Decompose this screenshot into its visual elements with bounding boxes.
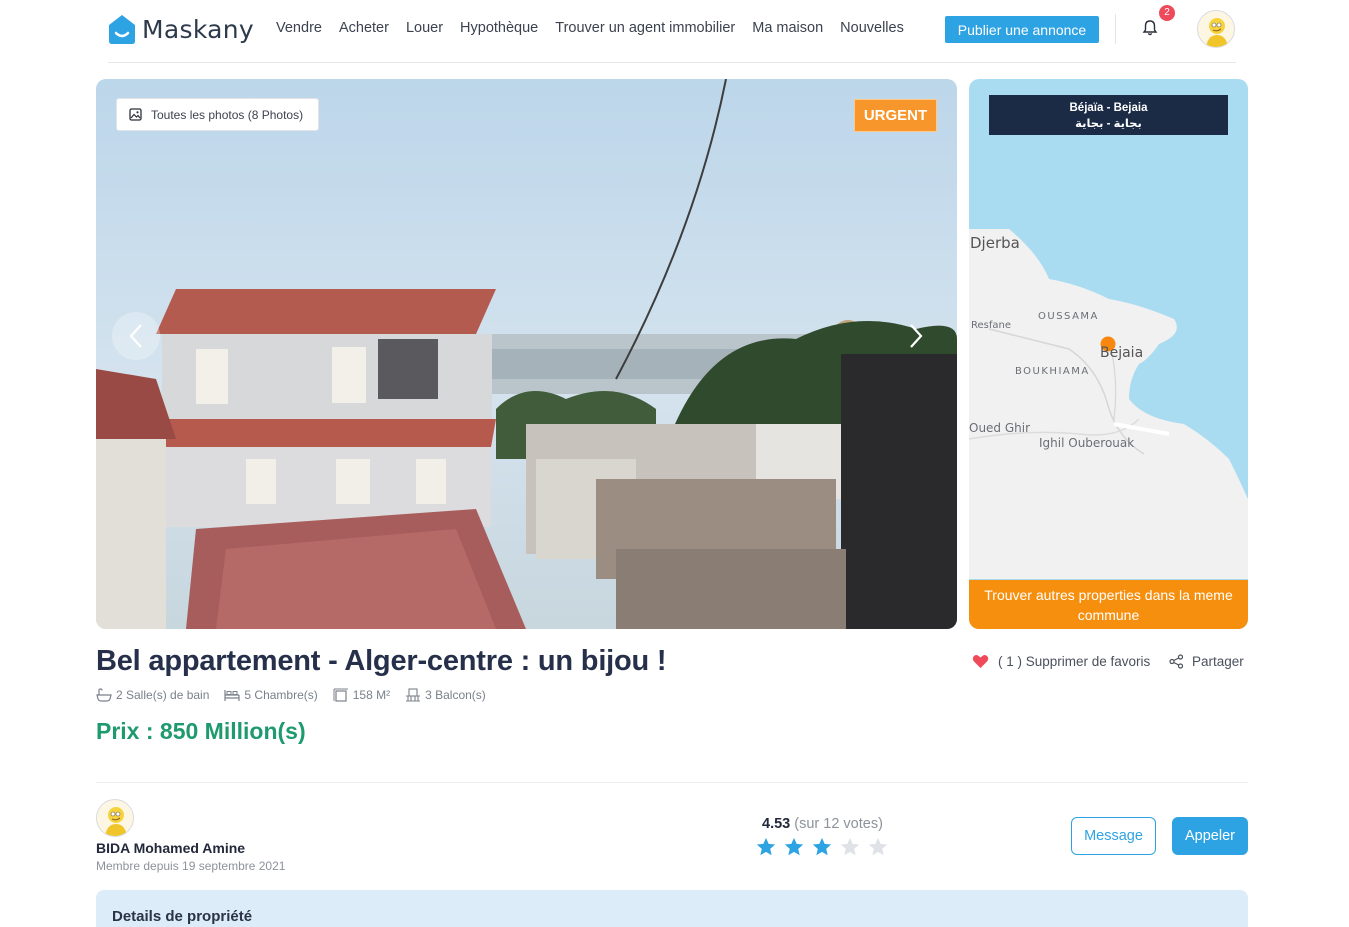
header-divider <box>1115 14 1116 44</box>
nav-ma-maison[interactable]: Ma maison <box>752 20 823 36</box>
feature-balcony-label: 3 Balcon(s) <box>425 688 486 702</box>
property-photo[interactable] <box>96 79 957 629</box>
star-icon[interactable] <box>811 836 833 858</box>
map-label-oued-ghir: Oued Ghir <box>969 421 1031 435</box>
house-logo-icon <box>109 15 135 44</box>
avatar-icon <box>105 807 127 836</box>
feature-area-label: 158 M² <box>352 688 391 702</box>
owner-member-since: Membre depuis 19 septembre 2021 <box>96 859 286 873</box>
call-button[interactable]: Appeler <box>1172 817 1248 855</box>
notification-badge: 2 <box>1159 5 1175 21</box>
balcony-icon <box>406 688 421 702</box>
nav-vendre[interactable]: Vendre <box>276 20 322 36</box>
urgent-badge: URGENT <box>854 99 937 132</box>
avatar-icon <box>1206 18 1228 47</box>
listing-title: Bel appartement - Alger-centre : un bijo… <box>96 645 667 677</box>
star-icon[interactable] <box>755 836 777 858</box>
top-header: Maskany Vendre Acheter Louer Hypothèque … <box>0 0 1349 62</box>
message-button[interactable]: Message <box>1071 817 1156 855</box>
heart-icon <box>972 654 989 668</box>
map-label-djerba: Djerba <box>970 234 1020 252</box>
nav-louer[interactable]: Louer <box>406 20 443 36</box>
details-title: Details de propriété <box>112 908 253 925</box>
section-divider <box>96 782 1248 783</box>
map-label-resfane: Resfane <box>971 320 1011 331</box>
feature-area: 158 M² <box>333 688 390 702</box>
photo-scene <box>96 79 957 629</box>
nav-trouver-agent[interactable]: Trouver un agent immobilier <box>555 20 735 36</box>
logo-text: Maskany <box>142 14 255 44</box>
chevron-right-icon <box>910 324 923 348</box>
rating-value: 4.53 <box>762 816 791 832</box>
feature-rooms-label: 5 Chambre(s) <box>244 688 318 702</box>
next-photo-button[interactable] <box>892 312 940 360</box>
map-label-ighil: Ighil Ouberouak <box>1039 436 1135 450</box>
map-label-bejaia: Bejaia <box>1100 345 1144 361</box>
share-label: Partager <box>1192 654 1244 669</box>
feature-rooms: 5 Chambre(s) <box>224 688 318 702</box>
share-button[interactable]: Partager <box>1169 654 1244 669</box>
feature-balcony: 3 Balcon(s) <box>405 688 486 702</box>
feature-bathrooms: 2 Salle(s) de bain <box>96 688 209 702</box>
rating-votes: (sur 12 votes) <box>794 816 883 832</box>
publish-listing-button[interactable]: Publier une annonce <box>945 16 1099 43</box>
location-arabic: بجاية - بجاية <box>1075 118 1142 130</box>
all-photos-button[interactable]: Toutes les photos (8 Photos) <box>116 98 319 131</box>
map-location-label: Béjaïa - Bejaia بجاية - بجاية <box>989 95 1228 135</box>
find-other-properties-button[interactable]: Trouver autres properties dans la meme c… <box>969 580 1248 629</box>
bathtub-icon <box>96 688 112 702</box>
rating-summary: 4.53 (sur 12 votes) <box>762 816 883 832</box>
map-label-oussama: OUSSAMA <box>1038 311 1099 322</box>
nav-acheter[interactable]: Acheter <box>339 20 389 36</box>
image-icon <box>129 108 142 121</box>
location-french: Béjaïa - Bejaia <box>1069 102 1148 114</box>
chevron-left-icon <box>129 324 142 348</box>
property-features: 2 Salle(s) de bain 5 Chambre(s) 158 M² 3… <box>96 688 486 702</box>
header-underline <box>108 62 1236 63</box>
map-label-boukhiama: BOUKHIAMA <box>1015 366 1090 377</box>
nav-nouvelles[interactable]: Nouvelles <box>840 20 904 36</box>
property-details-section: Details de propriété <box>96 890 1248 927</box>
logo[interactable]: Maskany <box>107 13 254 45</box>
location-map[interactable]: Djerba OUSSAMA Resfane Bejaia BOUKHIAMA … <box>969 79 1248 629</box>
star-icon[interactable] <box>867 836 889 858</box>
main-nav: Vendre Acheter Louer Hypothèque Trouver … <box>276 20 904 36</box>
owner-name[interactable]: BIDA Mohamed Amine <box>96 840 245 856</box>
bed-icon <box>224 690 240 701</box>
share-icon <box>1169 654 1184 669</box>
feature-bathrooms-label: 2 Salle(s) de bain <box>116 688 210 702</box>
owner-avatar[interactable] <box>96 799 134 837</box>
user-avatar[interactable] <box>1197 10 1235 48</box>
listing-price: Prix : 850 Million(s) <box>96 718 306 744</box>
nav-hypotheque[interactable]: Hypothèque <box>460 20 538 36</box>
all-photos-label: Toutes les photos (8 Photos) <box>151 107 304 122</box>
rating-stars[interactable] <box>755 836 889 858</box>
star-icon[interactable] <box>839 836 861 858</box>
area-icon <box>333 688 348 702</box>
star-icon[interactable] <box>783 836 805 858</box>
bell-icon[interactable] <box>1140 18 1160 38</box>
favorite-label: ( 1 ) Supprimer de favoris <box>998 654 1151 669</box>
remove-favorite-button[interactable]: ( 1 ) Supprimer de favoris <box>972 654 1150 669</box>
previous-photo-button[interactable] <box>112 312 160 360</box>
